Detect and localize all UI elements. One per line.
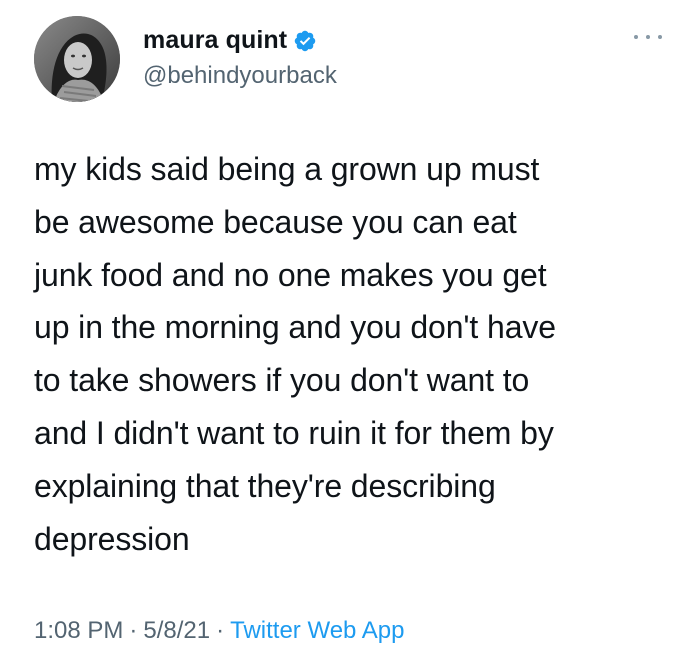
more-dot <box>634 35 638 39</box>
tweet-time[interactable]: 1:08 PM <box>34 617 123 645</box>
meta-separator: · <box>216 617 225 644</box>
verified-badge-icon <box>293 29 317 53</box>
tweet-card: maura quint @behindyourback my kids said… <box>0 0 700 671</box>
tweet-source-link[interactable]: Twitter Web App <box>230 617 404 645</box>
user-handle[interactable]: @behindyourback <box>143 62 337 90</box>
more-horizontal-icon[interactable] <box>634 30 662 44</box>
tweet-header: maura quint @behindyourback <box>30 12 670 102</box>
more-dot <box>646 35 650 39</box>
avatar[interactable] <box>34 16 120 102</box>
display-name-row: maura quint <box>143 24 337 56</box>
user-names: maura quint @behindyourback <box>143 24 337 90</box>
tweet-text: my kids said being a grown up must be aw… <box>34 151 556 557</box>
meta-separator: · <box>129 617 138 644</box>
tweet-meta: 1:08 PM · 5/8/21 · Twitter Web App <box>34 617 404 645</box>
tweet-date[interactable]: 5/8/21 <box>143 617 210 645</box>
display-name[interactable]: maura quint <box>143 26 287 55</box>
more-dot <box>658 35 662 39</box>
